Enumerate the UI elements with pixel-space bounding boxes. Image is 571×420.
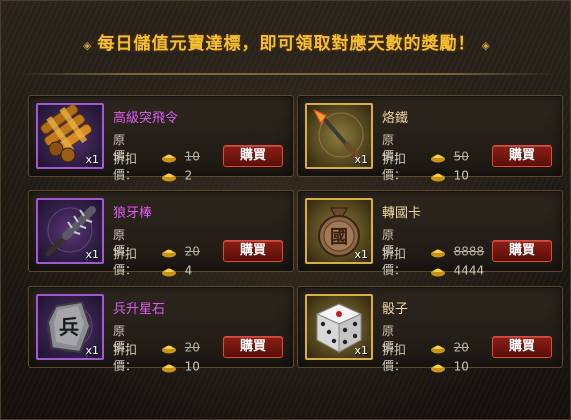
discount-price-value: 10 bbox=[453, 168, 469, 183]
item-quantity: x1 bbox=[354, 153, 368, 166]
original-price-row: 原 價： 20 bbox=[113, 323, 200, 355]
gold-ingot-icon bbox=[430, 268, 445, 276]
discount-price-row: 折扣價： 4444 bbox=[382, 246, 484, 278]
item-name: 兵升星石 bbox=[113, 302, 166, 317]
buy-button[interactable]: 購買 bbox=[492, 145, 552, 167]
buy-button[interactable]: 購買 bbox=[223, 336, 283, 358]
header-divider bbox=[19, 73, 554, 75]
discount-price-label: 折扣價： bbox=[382, 152, 407, 182]
page-title: 每日儲值元寶達標，即可領取對應天數的獎勵！ bbox=[97, 34, 476, 54]
item-card-star-stone: 兵 x1 兵升星石 原 價： 20 折扣價： 10 購買 bbox=[28, 286, 294, 374]
buy-button[interactable]: 購買 bbox=[492, 336, 552, 358]
gold-ingot-icon bbox=[161, 268, 176, 276]
original-price-row: 原 價： 10 bbox=[113, 132, 200, 164]
discount-price-row: 折扣價： 10 bbox=[113, 342, 200, 374]
original-price-row: 原 價： 20 bbox=[382, 323, 469, 355]
discount-price-value: 2 bbox=[184, 168, 193, 183]
item-card-high-scroll: x1 高級突飛令 原 價： 10 折扣價： 2 購買 bbox=[28, 95, 294, 183]
item-thumb[interactable]: x1 bbox=[305, 103, 373, 169]
original-price-row: 原 價： 50 bbox=[382, 132, 469, 164]
item-name: 高級突飛令 bbox=[113, 111, 179, 126]
item-card-spiked-club: x1 狼牙棒 原 價： 20 折扣價： 4 購買 bbox=[28, 190, 294, 278]
discount-price-label: 折扣價： bbox=[113, 343, 138, 373]
item-name: 骰子 bbox=[382, 302, 409, 317]
stone-glyph: 兵 bbox=[59, 315, 79, 339]
gold-ingot-icon bbox=[161, 364, 176, 372]
item-card-dice: x1 骰子 原 價： 20 折扣價： 10 購買 bbox=[297, 286, 563, 374]
item-thumb[interactable]: x1 bbox=[305, 294, 373, 360]
item-thumb[interactable]: 國 x1 bbox=[305, 198, 373, 264]
discount-price-value: 10 bbox=[184, 359, 200, 374]
buy-button[interactable]: 購買 bbox=[223, 240, 283, 262]
item-quantity: x1 bbox=[354, 344, 368, 357]
gold-ingot-icon bbox=[430, 364, 445, 372]
discount-price-value: 4 bbox=[184, 263, 193, 278]
item-quantity: x1 bbox=[85, 153, 99, 166]
discount-price-row: 折扣價： 10 bbox=[382, 342, 469, 374]
original-price-row: 原 價： 8888 bbox=[382, 227, 484, 259]
original-price-row: 原 價： 20 bbox=[113, 227, 200, 259]
item-quantity: x1 bbox=[354, 248, 368, 261]
item-quantity: x1 bbox=[85, 248, 99, 261]
buy-button[interactable]: 購買 bbox=[223, 145, 283, 167]
item-card-branding-iron: x1 烙鐵 原 價： 50 折扣價： 10 購買 bbox=[297, 95, 563, 183]
discount-price-value: 4444 bbox=[453, 263, 485, 278]
item-name: 轉國卡 bbox=[382, 206, 422, 221]
buy-button[interactable]: 購買 bbox=[492, 240, 552, 262]
gold-ingot-icon bbox=[161, 173, 176, 181]
panel-header: ◈ 每日儲值元寶達標，即可領取對應天數的獎勵！ ◈ bbox=[19, 29, 554, 59]
item-thumb[interactable]: x1 bbox=[36, 103, 104, 169]
gold-ingot-icon bbox=[430, 173, 445, 181]
diamond-ornament-left-icon: ◈ bbox=[83, 39, 92, 52]
discount-price-label: 折扣價： bbox=[113, 247, 138, 277]
item-thumb[interactable]: x1 bbox=[36, 198, 104, 264]
item-quantity: x1 bbox=[85, 344, 99, 357]
discount-price-label: 折扣價： bbox=[382, 343, 407, 373]
item-name: 狼牙棒 bbox=[113, 206, 153, 221]
discount-price-row: 折扣價： 4 bbox=[113, 246, 192, 278]
discount-price-label: 折扣價： bbox=[113, 152, 138, 182]
item-card-nation-transfer: 國 x1 轉國卡 原 價： 8888 折扣價： 4444 購買 bbox=[297, 190, 563, 278]
discount-price-value: 10 bbox=[453, 359, 469, 374]
item-thumb[interactable]: 兵 x1 bbox=[36, 294, 104, 360]
reward-panel: ◈每日儲值元寶達標，即可領取對應天數的獎勵！◈ x1 高級突飛令 原 價： bbox=[0, 0, 571, 420]
token-glyph: 國 bbox=[330, 227, 348, 248]
discount-price-label: 折扣價： bbox=[382, 247, 407, 277]
discount-price-row: 折扣價： 10 bbox=[382, 151, 469, 183]
discount-price-row: 折扣價： 2 bbox=[113, 151, 192, 183]
item-name: 烙鐵 bbox=[382, 111, 409, 126]
diamond-ornament-right-icon: ◈ bbox=[481, 39, 490, 52]
